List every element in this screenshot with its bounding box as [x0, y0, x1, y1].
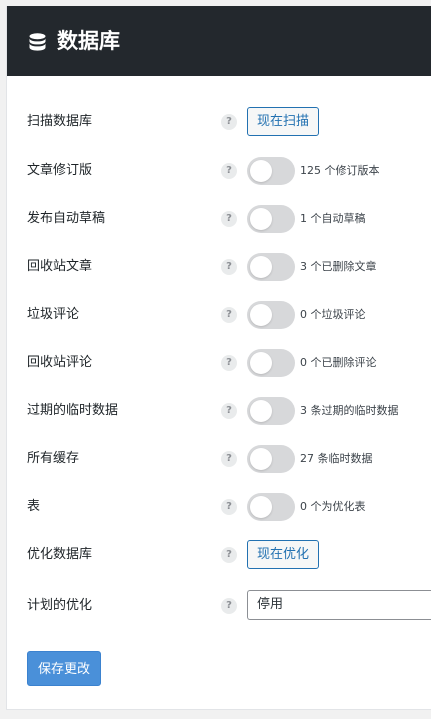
help-icon[interactable]: ?	[221, 451, 237, 467]
setting-label: 发布自动草稿	[27, 211, 106, 226]
setting-description: 0 个已删除评论	[300, 356, 377, 369]
setting-label: 计划的优化	[27, 598, 93, 613]
help-icon[interactable]: ?	[221, 114, 237, 130]
help-icon[interactable]: ?	[221, 547, 237, 563]
setting-row-tables: 表 ? 0 个为优化表	[7, 490, 431, 524]
setting-description: 3 个已删除文章	[300, 260, 377, 273]
setting-row-scan-database: 扫描数据库 ? 现在扫描	[7, 105, 431, 139]
save-changes-button[interactable]: 保存更改	[27, 651, 101, 686]
help-icon[interactable]: ?	[221, 355, 237, 371]
setting-label: 过期的临时数据	[27, 403, 119, 418]
toggle-knob	[250, 352, 272, 374]
help-icon[interactable]: ?	[221, 598, 237, 614]
help-icon[interactable]: ?	[221, 307, 237, 323]
auto-drafts-toggle[interactable]	[247, 205, 295, 233]
post-revisions-toggle[interactable]	[247, 157, 295, 185]
toggle-knob	[250, 256, 272, 278]
spam-comments-toggle[interactable]	[247, 301, 295, 329]
setting-label: 所有缓存	[27, 451, 80, 466]
schedule-select[interactable]: 停用	[247, 590, 431, 620]
help-icon[interactable]: ?	[221, 259, 237, 275]
setting-label: 文章修订版	[27, 163, 93, 178]
panel-header: 数据库	[7, 6, 431, 76]
help-icon[interactable]: ?	[221, 211, 237, 227]
setting-label: 垃圾评论	[27, 307, 80, 322]
setting-row-trashed-posts: 回收站文章 ? 3 个已删除文章	[7, 250, 431, 284]
setting-label: 表	[27, 499, 41, 514]
setting-description: 27 条临时数据	[300, 452, 373, 465]
toggle-knob	[250, 496, 272, 518]
setting-row-scheduled-optimization: 计划的优化 ? 停用	[7, 589, 431, 623]
all-transients-toggle[interactable]	[247, 445, 295, 473]
setting-label: 优化数据库	[27, 547, 93, 562]
setting-row-optimize-database: 优化数据库 ? 现在优化	[7, 538, 431, 572]
toggle-knob	[250, 208, 272, 230]
help-icon[interactable]: ?	[221, 499, 237, 515]
setting-description: 1 个自动草稿	[300, 212, 366, 225]
toggle-knob	[250, 400, 272, 422]
expired-transients-toggle[interactable]	[247, 397, 295, 425]
setting-label: 扫描数据库	[27, 114, 93, 129]
database-icon	[29, 33, 46, 51]
setting-row-spam-comments: 垃圾评论 ? 0 个垃圾评论	[7, 298, 431, 332]
optimize-now-button[interactable]: 现在优化	[247, 540, 320, 569]
help-icon[interactable]: ?	[221, 163, 237, 179]
toggle-knob	[250, 304, 272, 326]
settings-panel: 数据库 扫描数据库 ? 现在扫描 文章修订版 ? 125 个修订版本 发布自动草…	[6, 6, 431, 710]
help-icon[interactable]: ?	[221, 403, 237, 419]
trashed-posts-toggle[interactable]	[247, 253, 295, 281]
page-title: 数据库	[57, 29, 120, 53]
scan-now-button[interactable]: 现在扫描	[247, 107, 320, 136]
setting-row-expired-transients: 过期的临时数据 ? 3 条过期的临时数据	[7, 394, 431, 428]
setting-description: 0 个为优化表	[300, 500, 366, 513]
setting-description: 0 个垃圾评论	[300, 308, 366, 321]
setting-label: 回收站文章	[27, 259, 93, 274]
setting-row-auto-drafts: 发布自动草稿 ? 1 个自动草稿	[7, 202, 431, 236]
setting-row-all-transients: 所有缓存 ? 27 条临时数据	[7, 442, 431, 476]
setting-description: 3 条过期的临时数据	[300, 404, 399, 417]
toggle-knob	[250, 448, 272, 470]
setting-description: 125 个修订版本	[300, 164, 380, 177]
setting-row-trashed-comments: 回收站评论 ? 0 个已删除评论	[7, 346, 431, 380]
trashed-comments-toggle[interactable]	[247, 349, 295, 377]
setting-label: 回收站评论	[27, 355, 93, 370]
toggle-knob	[250, 160, 272, 182]
tables-toggle[interactable]	[247, 493, 295, 521]
setting-row-post-revisions: 文章修订版 ? 125 个修订版本	[7, 154, 431, 188]
